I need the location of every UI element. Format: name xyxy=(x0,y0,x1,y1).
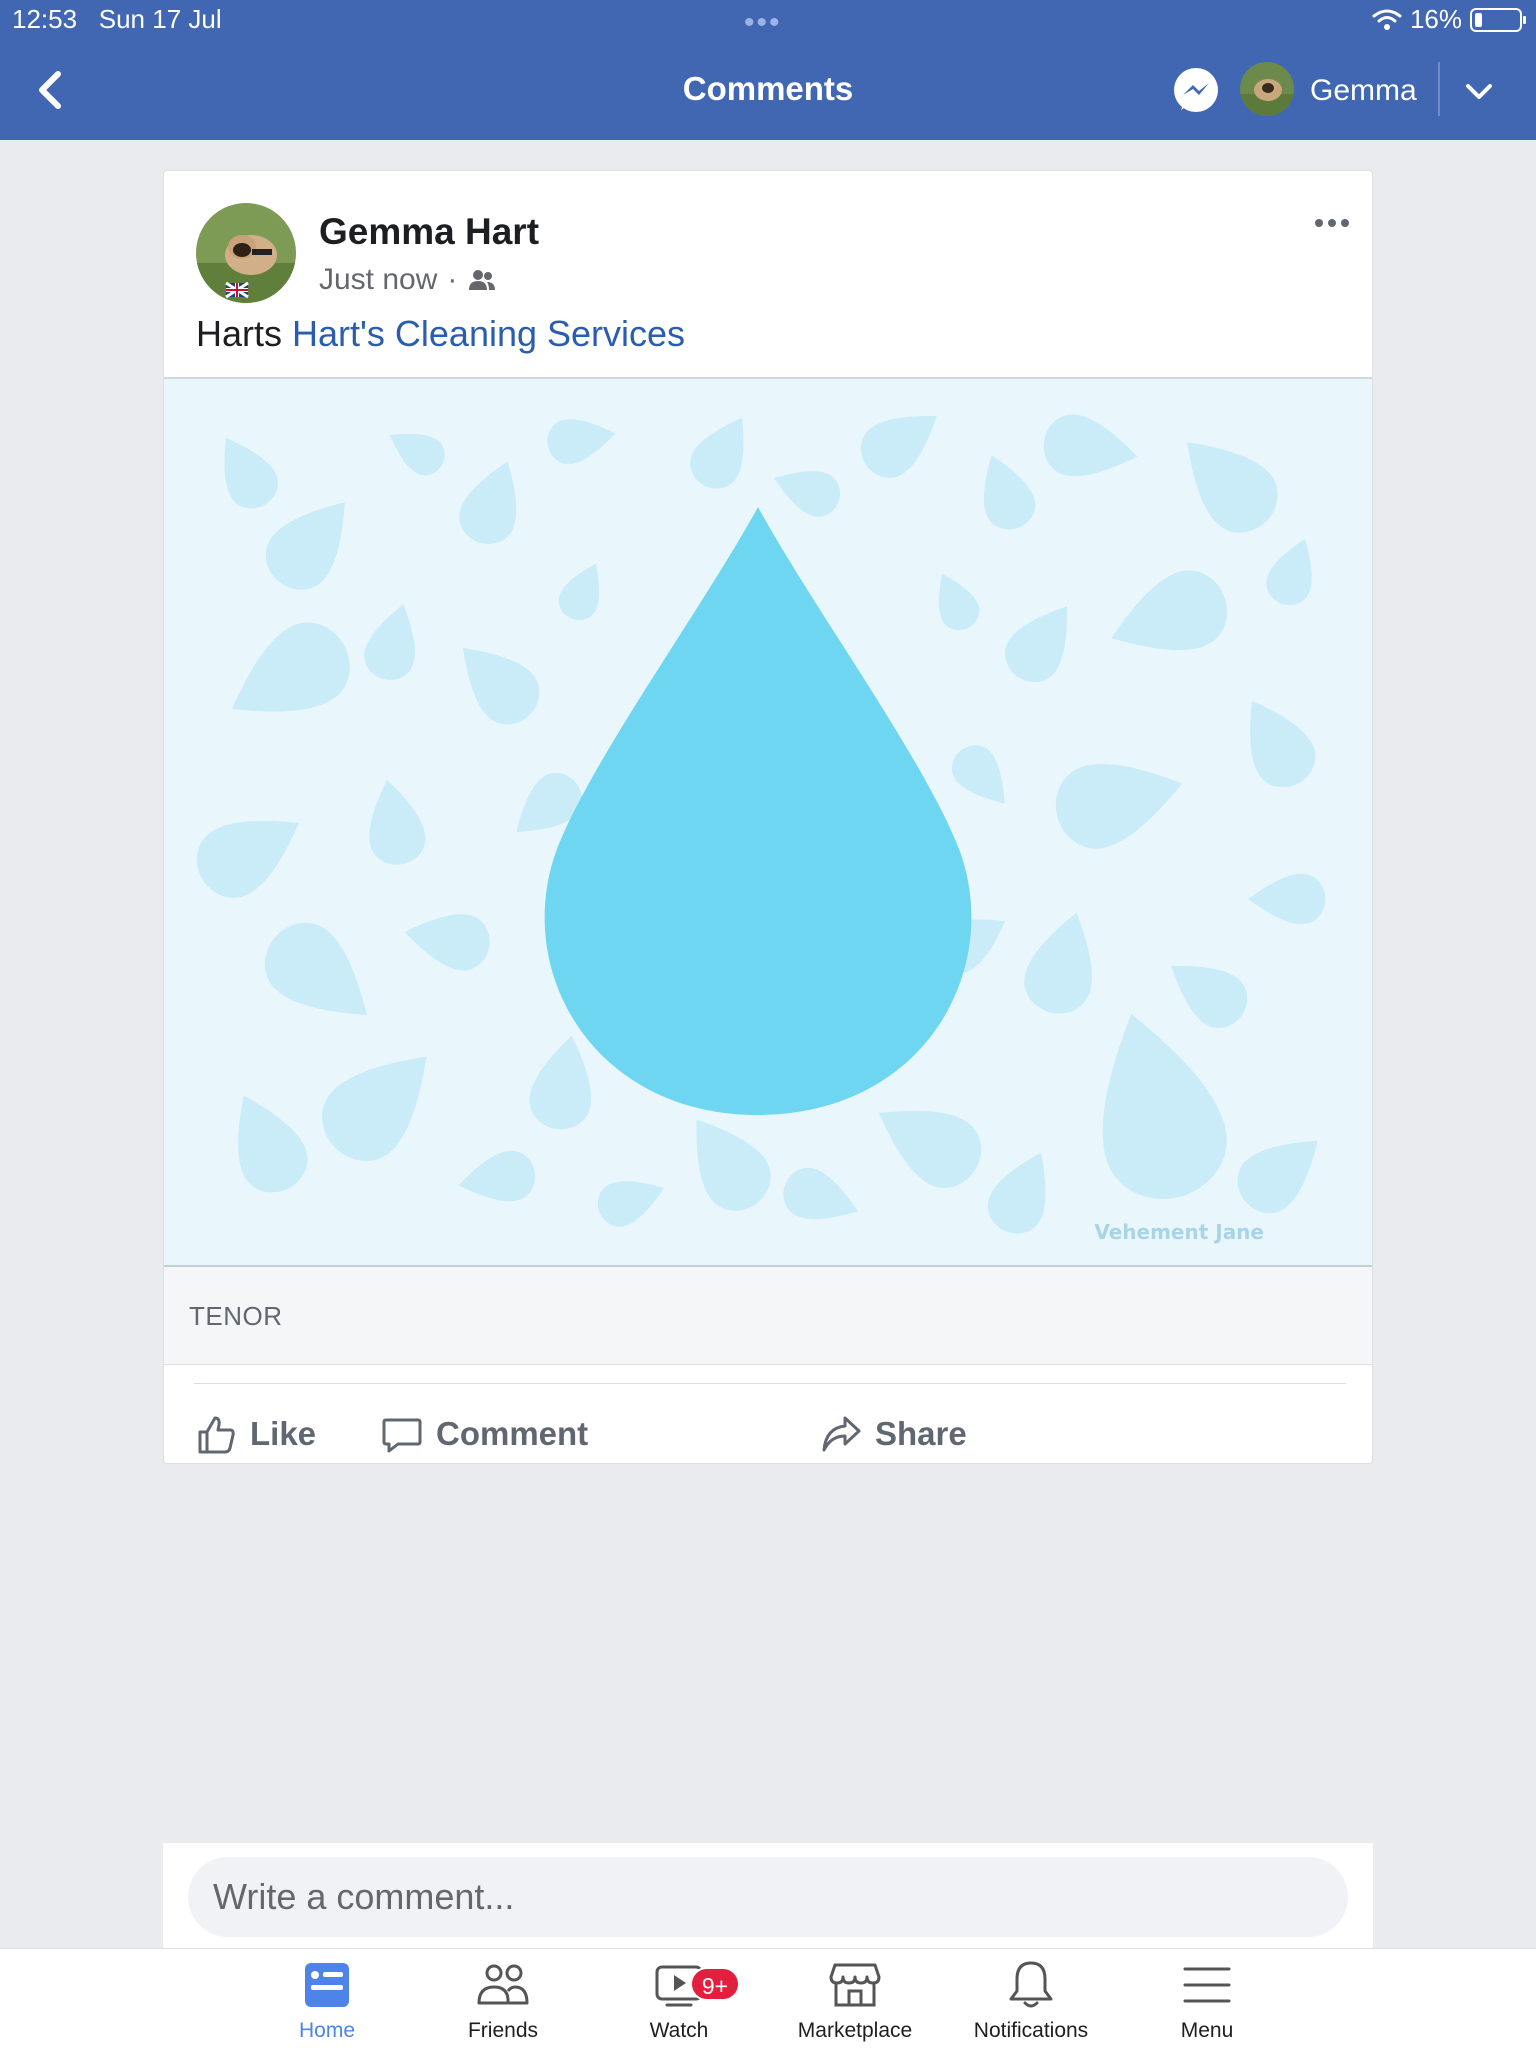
thumbs-up-icon xyxy=(198,1416,235,1454)
tab-notifications[interactable]: Notifications xyxy=(946,1959,1116,2048)
like-button[interactable]: Like xyxy=(194,1412,316,1456)
messenger-icon[interactable] xyxy=(1172,66,1220,114)
multitasking-dots-icon[interactable]: ••• xyxy=(744,8,782,38)
tab-menu[interactable]: Menu xyxy=(1122,1959,1292,2048)
share-label: Share xyxy=(875,1415,967,1452)
post-text: Harts Hart's Cleaning Services xyxy=(196,313,685,355)
menu-icon xyxy=(1183,1967,1231,2003)
tab-friends[interactable]: Friends xyxy=(418,1959,588,2048)
water-drop-illustration: Vehement Jane xyxy=(164,379,1372,1265)
status-date: Sun 17 Jul xyxy=(98,4,222,34)
bell-icon xyxy=(1009,1961,1053,2008)
battery-percent: 16% xyxy=(1409,4,1462,34)
nav-avatar[interactable] xyxy=(1240,62,1294,116)
comment-composer xyxy=(163,1843,1373,1948)
friends-icon xyxy=(477,1964,529,2005)
page-title: Comments xyxy=(682,70,854,107)
post-timestamp[interactable]: Just now xyxy=(319,263,437,297)
tab-watch-label: Watch xyxy=(649,2019,709,2042)
nav-divider xyxy=(1438,62,1440,116)
status-clock: 12:53 xyxy=(12,4,78,34)
speech-bubble-icon xyxy=(382,1418,422,1453)
share-button[interactable]: Share xyxy=(819,1412,967,1456)
home-icon xyxy=(305,1963,349,2007)
post-actions: Like Comment Share xyxy=(194,1383,1346,1463)
watch-badge: 9+ xyxy=(690,1967,740,2001)
tab-marketplace-label: Marketplace xyxy=(797,2019,913,2042)
tagged-page-link[interactable]: Hart's Cleaning Services xyxy=(292,313,685,354)
battery-icon xyxy=(1470,7,1526,32)
attribution-label: TENOR xyxy=(189,1301,283,1331)
post-text-prefix: Harts xyxy=(196,313,283,354)
share-arrow-icon xyxy=(822,1416,861,1452)
post-card: Gemma Hart Just now · Harts Hart's Clean… xyxy=(163,170,1373,1464)
status-time: 12:53 Sun 17 Jul xyxy=(12,4,222,35)
more-options-icon[interactable] xyxy=(1312,211,1352,235)
wifi-icon xyxy=(1372,9,1402,30)
like-label: Like xyxy=(250,1415,317,1452)
friends-icon xyxy=(469,270,496,290)
post-author-name[interactable]: Gemma Hart xyxy=(319,211,539,253)
tab-menu-label: Menu xyxy=(1180,2019,1234,2042)
tab-marketplace[interactable]: Marketplace xyxy=(770,1959,940,2048)
gif-attribution[interactable]: TENOR xyxy=(164,1267,1372,1365)
comment-button[interactable]: Comment xyxy=(380,1412,588,1456)
comment-input[interactable] xyxy=(188,1857,1348,1937)
tab-notifications-label: Notifications xyxy=(973,2019,1089,2042)
status-indicators: 16% xyxy=(1372,4,1526,35)
post-author-avatar[interactable] xyxy=(196,203,296,303)
tab-home[interactable]: Home xyxy=(242,1959,412,2048)
top-bar: 12:53 Sun 17 Jul ••• 16% Comments Gemma xyxy=(0,0,1536,140)
tab-watch[interactable]: 9+ Watch xyxy=(594,1959,764,2048)
post-meta: Just now · xyxy=(319,263,497,297)
nav-user-name[interactable]: Gemma xyxy=(1310,74,1417,108)
bottom-tab-bar: Home Friends 9+ Watch Marketplace Notifi… xyxy=(0,1948,1536,2048)
marketplace-icon xyxy=(829,1963,881,2007)
meta-separator: · xyxy=(447,263,458,296)
gif-signature: Vehement Jane xyxy=(1094,1220,1264,1244)
tab-home-label: Home xyxy=(298,2019,356,2042)
comment-label: Comment xyxy=(436,1415,589,1452)
post-gif[interactable]: Vehement Jane xyxy=(164,377,1372,1267)
chevron-down-icon[interactable] xyxy=(1462,76,1496,106)
tab-friends-label: Friends xyxy=(467,2019,539,2042)
